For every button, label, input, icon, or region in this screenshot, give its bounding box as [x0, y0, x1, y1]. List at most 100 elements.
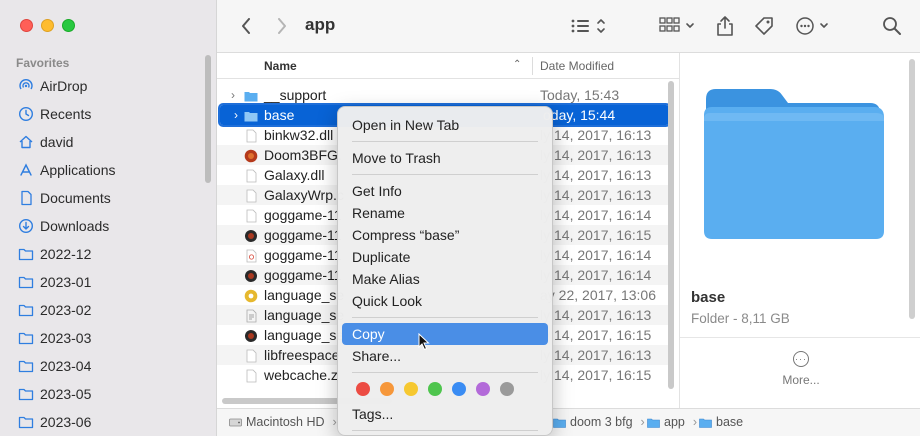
path-segment-base[interactable]: base: [699, 415, 743, 429]
sidebar-item-label: 2023-03: [40, 330, 92, 346]
path-bar: Macintosh HD › doom 3 bfg › app › base: [217, 408, 920, 436]
file-date: ly 14, 2017, 16:14: [540, 267, 652, 283]
file-icon: [244, 228, 258, 242]
column-header: Name ⌃ Date Modified: [217, 53, 679, 79]
menu-compress[interactable]: Compress “base”: [342, 224, 548, 246]
path-base-label: base: [716, 415, 744, 429]
menu-duplicate[interactable]: Duplicate: [342, 246, 548, 268]
sidebar-item-2023-04[interactable]: 2023-04: [0, 352, 205, 380]
path-app-label: app: [664, 415, 685, 429]
sidebar-item-documents[interactable]: Documents: [0, 184, 205, 212]
menu-rename[interactable]: Rename: [342, 202, 548, 224]
list-vertical-scrollbar[interactable]: [668, 81, 674, 389]
sidebar-item-label: 2023-05: [40, 386, 92, 402]
sidebar-item-david[interactable]: david: [0, 128, 205, 156]
menu-make-alias[interactable]: Make Alias: [342, 268, 548, 290]
folder-icon: [244, 108, 258, 122]
file-name: __support: [264, 87, 327, 103]
group-button[interactable]: [659, 14, 697, 38]
forward-button[interactable]: [273, 14, 291, 38]
tag-color-dot[interactable]: [380, 382, 394, 396]
menu-get-info[interactable]: Get Info: [342, 180, 548, 202]
folder-icon: [647, 418, 660, 428]
file-name: language_se: [264, 287, 345, 303]
tag-color-dot[interactable]: [452, 382, 466, 396]
menu-move-to-trash[interactable]: Move to Trash: [342, 147, 548, 169]
window-controls: [20, 19, 75, 32]
tag-color-dot[interactable]: [500, 382, 514, 396]
menu-separator: [352, 317, 538, 318]
disclosure-chevron-icon[interactable]: ›: [234, 105, 238, 125]
zoom-button[interactable]: [62, 19, 75, 32]
ellipsis-icon: ···: [793, 351, 809, 367]
file-date: Today, 15:43: [540, 87, 620, 103]
sidebar-item-2023-01[interactable]: 2023-01: [0, 268, 205, 296]
column-divider[interactable]: [532, 57, 533, 75]
file-name: base: [264, 107, 295, 123]
search-button[interactable]: [881, 14, 903, 38]
menu-quick-look[interactable]: Quick Look: [342, 290, 548, 312]
preview-scrollbar[interactable]: [909, 59, 915, 319]
path-segment-doom3[interactable]: doom 3 bfg ›: [553, 415, 645, 429]
close-button[interactable]: [20, 19, 33, 32]
date-column-header[interactable]: Date Modified: [540, 59, 614, 73]
chevron-right-icon: [278, 18, 286, 34]
path-disk-label: Macintosh HD: [246, 415, 325, 429]
sidebar-item-2023-02[interactable]: 2023-02: [0, 296, 205, 324]
menu-tags[interactable]: Tags...: [342, 403, 548, 425]
search-icon: [883, 17, 901, 35]
file-date: oday, 15:44: [543, 107, 616, 123]
file-name: GalaxyWrp.c: [264, 187, 344, 203]
menu-copy[interactable]: Copy: [342, 323, 548, 345]
sidebar-item-2023-03[interactable]: 2023-03: [0, 324, 205, 352]
tag-color-dot[interactable]: [356, 382, 370, 396]
file-date: ly 14, 2017, 16:13: [540, 187, 652, 203]
more-label: More...: [782, 373, 820, 387]
sidebar-scrollbar[interactable]: [205, 55, 211, 183]
sidebar-item-2023-06[interactable]: 2023-06: [0, 408, 205, 436]
file-icon: [244, 368, 258, 383]
sidebar-item-label: 2023-06: [40, 414, 92, 430]
share-button[interactable]: [714, 14, 736, 38]
sidebar-item-applications[interactable]: Applications: [0, 156, 205, 184]
tag-color-dot[interactable]: [428, 382, 442, 396]
file-date: ly 14, 2017, 16:13: [540, 307, 652, 323]
airdrop-icon: [18, 78, 34, 94]
disclosure-chevron-icon[interactable]: ›: [231, 85, 235, 105]
sidebar-item-airdrop[interactable]: AirDrop: [0, 72, 205, 100]
action-button[interactable]: [795, 14, 833, 38]
menu-share[interactable]: Share...: [342, 345, 548, 367]
sidebar-item-downloads[interactable]: Downloads: [0, 212, 205, 240]
home-icon: [18, 134, 34, 150]
share-icon: [717, 16, 733, 36]
menu-open-new-tab[interactable]: Open in New Tab: [342, 114, 548, 136]
file-date: ay 22, 2017, 13:06: [540, 287, 656, 303]
more-button[interactable]: ··· More...: [776, 351, 826, 387]
file-date: ly 14, 2017, 16:13: [540, 147, 652, 163]
tag-color-dot[interactable]: [476, 382, 490, 396]
menu-separator: [352, 372, 538, 373]
sidebar-item-2023-05[interactable]: 2023-05: [0, 380, 205, 408]
file-icon: [244, 268, 258, 282]
minimize-button[interactable]: [41, 19, 54, 32]
sidebar-item-2022-12[interactable]: 2022-12: [0, 240, 205, 268]
tag-color-dot[interactable]: [404, 382, 418, 396]
view-options-button[interactable]: [569, 14, 609, 38]
path-segment-disk[interactable]: Macintosh HD ›: [229, 415, 337, 429]
menu-separator: [352, 174, 538, 175]
file-name: binkw32.dll: [264, 127, 334, 143]
folder-preview-icon: [704, 89, 884, 239]
name-column-header[interactable]: Name: [264, 59, 297, 73]
path-segment-app[interactable]: app ›: [647, 415, 697, 429]
sidebar-item-recents[interactable]: Recents: [0, 100, 205, 128]
file-name: language_se: [264, 307, 345, 323]
back-button[interactable]: [237, 14, 255, 38]
table-row[interactable]: › __support Today, 15:43: [217, 85, 672, 105]
folder-icon: [244, 88, 258, 102]
tag-button[interactable]: [753, 14, 775, 38]
file-name: goggame-11: [264, 247, 342, 263]
finder-window: Favorites AirDrop Recents david Application…: [0, 0, 920, 436]
folder-icon: [18, 302, 34, 318]
preview-divider: [680, 337, 920, 338]
preview-name: base: [691, 289, 726, 306]
